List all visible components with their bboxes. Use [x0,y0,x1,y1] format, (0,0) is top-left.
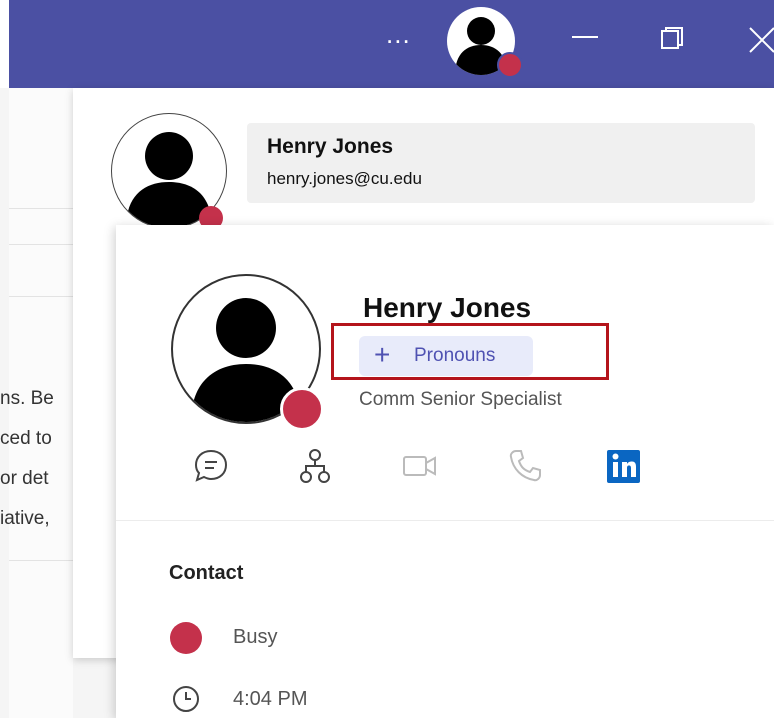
title-bar-edge [0,0,9,88]
more-options-button[interactable]: ... [386,21,411,47]
presence-status: Busy [233,626,278,648]
minimize-button[interactable] [572,36,598,38]
presence-busy-icon [280,387,324,431]
section-divider [116,520,774,521]
maximize-button[interactable] [660,26,684,50]
job-title: Comm Senior Specialist [359,389,562,410]
background-text-line: iative, [0,508,50,529]
clock-icon [173,686,199,712]
contact-name-box: Henry Jones henry.jones@cu.edu [247,123,755,203]
highlight-box [331,323,609,380]
video-call-icon[interactable] [400,446,440,486]
org-chart-icon[interactable] [295,446,335,486]
title-bar: ... [0,0,774,88]
background-text-line: ced to [0,428,52,449]
phone-call-icon[interactable] [505,446,545,486]
contact-email[interactable]: henry.jones@cu.edu [267,169,422,189]
chat-icon[interactable] [191,446,231,486]
background-text-line: ns. Be [0,388,54,409]
background-text-line: or det [0,468,49,489]
close-button[interactable] [744,22,774,54]
presence-busy-icon [497,52,523,78]
local-time: 4:04 PM [233,688,308,710]
profile-name: Henry Jones [363,292,532,323]
contact-heading: Contact [169,562,244,584]
contact-name: Henry Jones [267,135,394,158]
divider [9,560,73,561]
divider [9,296,73,297]
divider [9,208,73,209]
divider [9,244,73,245]
linkedin-icon[interactable] [604,446,644,486]
presence-busy-icon [170,622,202,654]
